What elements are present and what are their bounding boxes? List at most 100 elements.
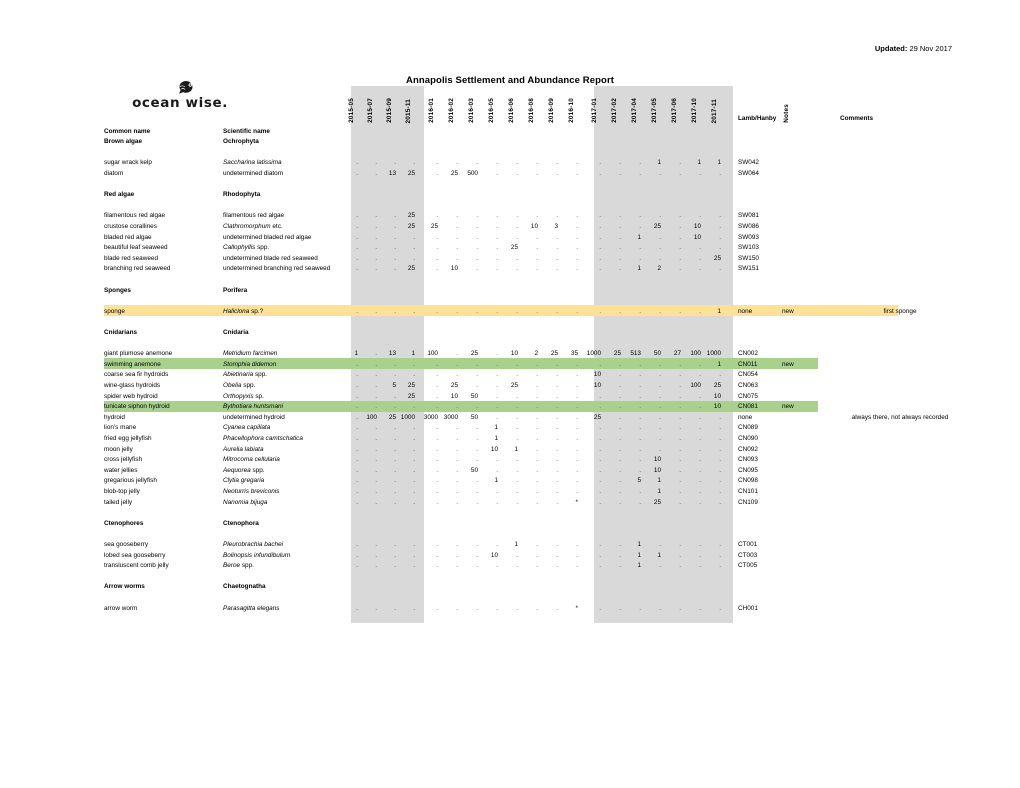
- value-cell-2017-04: 1: [637, 562, 641, 570]
- value-cell-2017-01: .: [599, 434, 601, 442]
- value-cell-2016-09: .: [556, 371, 558, 379]
- value-cell-2016-05: .: [496, 254, 498, 262]
- value-cell-2015-09: .: [394, 551, 396, 559]
- scientific-name-cell: Callophyllis spp.: [223, 244, 270, 252]
- value-cell-2017-05: .: [659, 424, 661, 432]
- value-cell-2016-09: .: [556, 254, 558, 262]
- value-cell-2015-05: .: [356, 540, 358, 548]
- value-cell-2015-09: .: [394, 434, 396, 442]
- value-cell-2017-06: .: [679, 562, 681, 570]
- value-cell-2017-04: .: [639, 381, 641, 389]
- lamb-hanby-code-cell: CN095: [738, 466, 758, 474]
- value-cell-2016-09: .: [556, 540, 558, 548]
- value-cell-2016-03: 50: [470, 466, 478, 474]
- value-cell-2017-02: .: [619, 265, 621, 273]
- value-cell-2017-05: .: [659, 403, 661, 411]
- value-cell-2016-06: .: [516, 233, 518, 241]
- value-cell-2017-10: .: [699, 371, 701, 379]
- value-cell-2016-05: .: [496, 212, 498, 220]
- table-row: filamentous red algae filamentous red alg…: [0, 210, 1020, 221]
- common-name-cell: giant plumose anemone: [104, 350, 173, 358]
- value-cell-2017-11: .: [719, 551, 721, 559]
- value-cell-2016-02: .: [456, 466, 458, 474]
- value-cell-2017-02: .: [619, 371, 621, 379]
- value-cell-2017-06: .: [679, 392, 681, 400]
- value-cell-2016-08: .: [536, 233, 538, 241]
- column-header-2017-06: 2017-06: [671, 98, 678, 123]
- value-cell-2016-10: 35: [570, 350, 578, 358]
- value-cell-2016-05: .: [496, 562, 498, 570]
- value-cell-2017-05: .: [659, 360, 661, 368]
- value-cell-2017-02: .: [619, 413, 621, 421]
- value-cell-2016-05: .: [496, 540, 498, 548]
- value-cell-2016-10: .: [576, 466, 578, 474]
- value-cell-2017-04: 1: [637, 540, 641, 548]
- value-cell-2017-11: .: [719, 562, 721, 570]
- value-cell-2017-01: .: [599, 540, 601, 548]
- value-cell-2015-07: .: [375, 169, 377, 177]
- value-cell-2016-01: 3000: [423, 413, 438, 421]
- scientific-name-cell: Stomphia didemon: [223, 360, 277, 368]
- value-cell-2015-07: .: [375, 562, 377, 570]
- scientific-name-cell: Beroe spp.: [223, 562, 254, 570]
- value-cell-2017-11: .: [719, 445, 721, 453]
- value-cell-2017-02: .: [619, 498, 621, 506]
- value-cell-2016-06: .: [516, 212, 518, 220]
- lamb-hanby-code-cell: SW103: [738, 244, 759, 252]
- table-row: beautiful leaf seaweed Callophyllis spp..…: [0, 242, 1020, 253]
- value-cell-2017-02: .: [619, 244, 621, 252]
- column-header-2016-02: 2016-02: [448, 98, 455, 123]
- column-header-2015-11: 2015-11: [405, 98, 412, 124]
- value-cell-2016-01: .: [436, 233, 438, 241]
- value-cell-2015-05: .: [356, 403, 358, 411]
- value-cell-2016-03: .: [476, 487, 478, 495]
- value-cell-2015-09: .: [394, 222, 396, 230]
- value-cell-2017-04: .: [639, 466, 641, 474]
- value-cell-2016-02: .: [456, 244, 458, 252]
- column-header-2017-04: 2017-04: [631, 98, 638, 123]
- value-cell-2016-10: .: [576, 254, 578, 262]
- table-row: wine-glass hydroids Obelia spp... 5 25. 25..…: [0, 380, 1020, 391]
- value-cell-2015-05: .: [356, 487, 358, 495]
- value-cell-2015-09: .: [394, 466, 396, 474]
- value-cell-2017-11: 25: [713, 381, 721, 389]
- comments-cell: always there, not always recorded: [851, 413, 949, 421]
- value-cell-2016-01: .: [436, 434, 438, 442]
- value-cell-2016-03: 500: [467, 169, 478, 177]
- lamb-hanby-code-cell: CN075: [738, 392, 758, 400]
- value-cell-2015-05: .: [356, 159, 358, 167]
- lamb-hanby-code-cell: CN011: [738, 360, 758, 368]
- value-cell-2015-07: .: [375, 360, 377, 368]
- value-cell-2017-01: .: [599, 307, 601, 315]
- value-cell-2015-05: .: [356, 307, 358, 315]
- value-cell-2017-10: .: [699, 487, 701, 495]
- value-cell-2016-02: .: [456, 434, 458, 442]
- lamb-hanby-code-cell: SW093: [738, 233, 759, 241]
- lamb-hanby-code-cell: SW042: [738, 159, 759, 167]
- group-header-row: Red algae Rhodophyta: [0, 189, 1020, 200]
- value-cell-2016-09: .: [556, 445, 558, 453]
- value-cell-2016-06: .: [516, 562, 518, 570]
- value-cell-2016-08: .: [536, 434, 538, 442]
- common-name-cell: tailed jelly: [104, 498, 133, 506]
- value-cell-2015-11: 25: [407, 222, 415, 230]
- value-cell-2016-02: 25: [450, 169, 458, 177]
- value-cell-2015-07: .: [375, 604, 377, 612]
- value-cell-2017-10: .: [699, 265, 701, 273]
- value-cell-2016-02: .: [456, 212, 458, 220]
- value-cell-2017-05: .: [659, 371, 661, 379]
- value-cell-2017-02: .: [619, 487, 621, 495]
- value-cell-2017-01: .: [599, 212, 601, 220]
- table-row: spider web hydroid Orthopyxis sp.... 25. 10…: [0, 391, 1020, 402]
- value-cell-2017-11: 1: [717, 360, 721, 368]
- value-cell-2017-10: .: [699, 424, 701, 432]
- value-cell-2016-02: .: [456, 498, 458, 506]
- value-cell-2017-01: .: [599, 392, 601, 400]
- value-cell-2016-09: .: [556, 562, 558, 570]
- column-header-row: 2015-05 2015-07 2015-09 2015-11 2016-01 2016-…: [0, 86, 1020, 123]
- value-cell-2015-05: .: [356, 413, 358, 421]
- value-cell-2016-10: .: [576, 445, 578, 453]
- value-cell-2016-08: .: [536, 265, 538, 273]
- value-cell-2015-07: .: [375, 307, 377, 315]
- scientific-name-cell: Nanomia bijuga: [223, 498, 268, 506]
